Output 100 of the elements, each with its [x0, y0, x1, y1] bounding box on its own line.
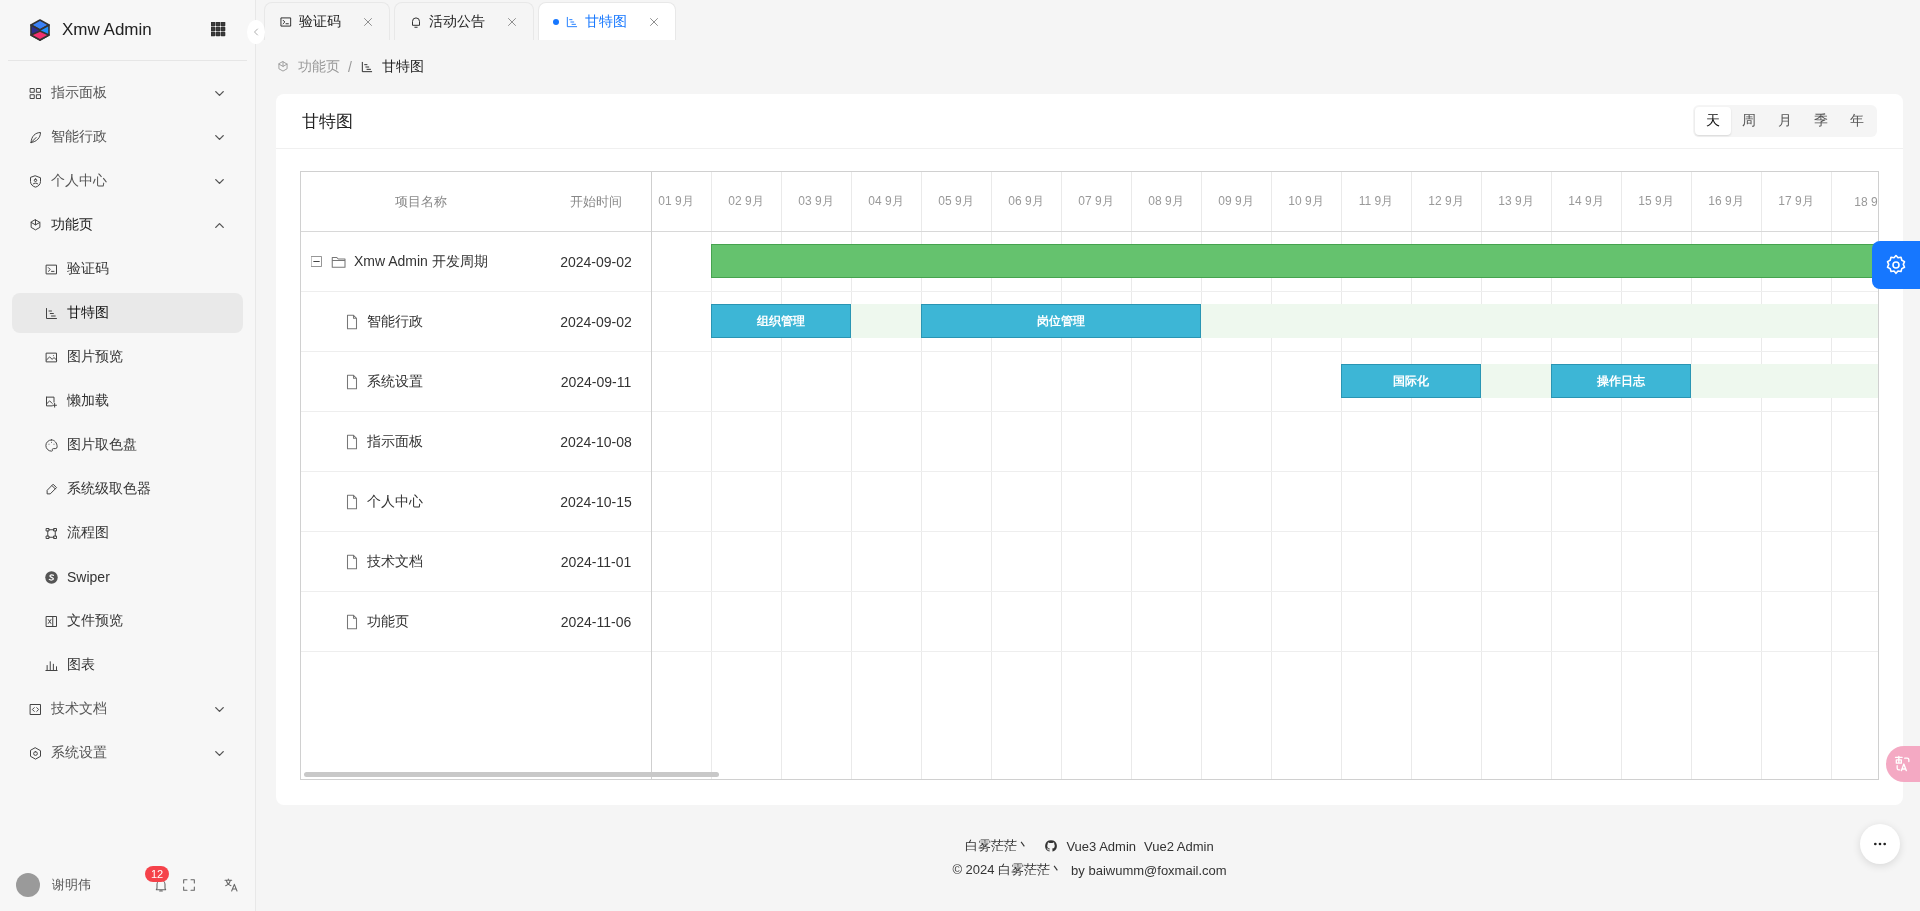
menu-item[interactable]: 功能页 — [12, 205, 243, 245]
card-title: 甘特图 — [302, 110, 353, 133]
day-column-header: 09 9月 — [1217, 193, 1255, 210]
collapse-toggle-icon[interactable] — [311, 256, 322, 267]
task-start-date: 2024-09-11 — [559, 373, 633, 390]
submenu-item[interactable]: 文件预览 — [12, 601, 243, 641]
time-scale-option[interactable]: 月 — [1767, 107, 1803, 135]
menu-item[interactable]: 指示面板 — [12, 73, 243, 113]
day-column-header: 08 9月 — [1147, 193, 1185, 210]
time-scale-option[interactable]: 周 — [1731, 107, 1767, 135]
gantt-icon — [565, 14, 579, 29]
day-column-header: 17 9月 — [1777, 193, 1815, 210]
menu-item-icon — [28, 173, 43, 189]
day-column-header: 01 9月 — [657, 193, 695, 210]
menu-item-icon — [28, 85, 43, 101]
task-name: 指示面板 — [367, 432, 423, 451]
submenu-item-icon — [44, 305, 59, 321]
github-icon[interactable] — [1044, 839, 1059, 853]
bell-icon — [409, 14, 423, 29]
day-column-header: 13 9月 — [1497, 193, 1535, 210]
task-start-date: 2024-11-01 — [559, 553, 633, 570]
task-name: 个人中心 — [367, 492, 423, 511]
submenu-item[interactable]: 图片取色盘 — [12, 425, 243, 465]
day-column-header: 18 9 — [1853, 193, 1878, 211]
menu-item[interactable]: 技术文档 — [12, 689, 243, 729]
task-name: 技术文档 — [367, 552, 423, 571]
submenu-item-icon — [44, 437, 59, 453]
submenu-item-icon — [44, 261, 59, 277]
translate-icon — [1893, 754, 1913, 774]
day-column-header: 06 9月 — [1007, 193, 1045, 210]
task-name: 功能页 — [367, 612, 409, 631]
day-column-header: 15 9月 — [1637, 193, 1675, 210]
task-start-date: 2024-11-06 — [559, 613, 633, 630]
submenu-item[interactable]: 图表 — [12, 645, 243, 685]
s-circle-icon — [44, 569, 59, 585]
contact-email: by baiwumm@foxmail.com — [1071, 862, 1227, 878]
active-dot-icon — [553, 18, 559, 25]
day-column-header: 03 9月 — [797, 193, 835, 210]
time-scale-option[interactable]: 天 — [1695, 107, 1731, 135]
page-tab[interactable]: 甘特图 — [538, 2, 676, 40]
translate-icon[interactable] — [223, 877, 239, 893]
task-start-date: 2024-09-02 — [559, 313, 633, 330]
task-name: 智能行政 — [367, 312, 423, 331]
task-start-date: 2024-10-15 — [559, 493, 633, 510]
submenu-item[interactable]: 流程图 — [12, 513, 243, 553]
footer-link[interactable]: Vue3 Admin — [1066, 838, 1136, 854]
task-name: Xmw Admin 开发周期 — [354, 252, 488, 271]
menu-item-icon — [28, 129, 43, 145]
day-column-header: 11 9月 — [1357, 193, 1395, 210]
day-column-header: 02 9月 — [727, 193, 765, 210]
user-avatar[interactable] — [16, 873, 40, 897]
column-header: 项目名称 — [394, 192, 448, 211]
notification-badge: 12 — [145, 866, 170, 882]
menu-item[interactable]: 智能行政 — [12, 117, 243, 157]
terminal-icon — [279, 14, 293, 29]
settings-icon — [1884, 253, 1908, 277]
task-start-date: 2024-10-08 — [559, 433, 633, 450]
menu-item-icon — [28, 701, 43, 717]
menu-item-icon — [28, 217, 43, 233]
gantt-icon — [359, 60, 374, 74]
settings-button[interactable] — [1872, 241, 1920, 289]
day-column-header: 05 9月 — [937, 193, 975, 210]
language-button[interactable] — [1886, 746, 1920, 782]
submenu-item-icon — [44, 349, 59, 365]
footer-author: 白雾茫茫丶 — [965, 837, 1031, 855]
submenu-item[interactable]: 图片预览 — [12, 337, 243, 377]
scrollbar-thumb[interactable] — [304, 772, 719, 777]
day-column-header: 10 9月 — [1287, 193, 1325, 210]
menu-item[interactable]: 个人中心 — [12, 161, 243, 201]
task-start-date: 2024-09-02 — [559, 253, 633, 270]
day-column-header: 04 9月 — [867, 193, 905, 210]
footer-link[interactable]: Vue2 Admin — [1144, 838, 1214, 854]
page-tab[interactable]: 验证码 — [264, 2, 390, 40]
submenu-item[interactable]: 系统级取色器 — [12, 469, 243, 509]
day-column-header: 14 9月 — [1567, 193, 1605, 210]
column-header: 开始时间 — [569, 192, 623, 211]
cube-logo-icon — [28, 18, 52, 42]
submenu-item[interactable]: 验证码 — [12, 249, 243, 289]
submenu-item-icon — [44, 525, 59, 541]
day-column-header: 16 9月 — [1707, 193, 1745, 210]
breadcrumb-separator: / — [348, 59, 352, 75]
copyright-text: © 2024 白雾茫茫丶 — [952, 861, 1064, 879]
menu-item-icon — [28, 745, 43, 761]
page-tab[interactable]: 活动公告 — [394, 2, 534, 40]
time-scale-option[interactable]: 年 — [1839, 107, 1875, 135]
day-column-header: 07 9月 — [1077, 193, 1115, 210]
app-name: Xmw Admin — [62, 20, 153, 40]
breadcrumb-link[interactable]: 甘特图 — [359, 58, 424, 76]
menu-item[interactable]: 系统设置 — [12, 733, 243, 773]
time-scale-option[interactable]: 季 — [1803, 107, 1839, 135]
submenu-item-icon — [44, 393, 59, 409]
task-name: 系统设置 — [367, 372, 423, 391]
submenu-item-icon — [44, 613, 59, 629]
submenu-item[interactable]: 甘特图 — [12, 293, 243, 333]
submenu-item[interactable]: 懒加载 — [12, 381, 243, 421]
fullscreen-icon[interactable] — [181, 877, 197, 893]
cube-icon — [276, 60, 290, 74]
apps-grid-icon[interactable] — [211, 22, 227, 38]
submenu-item[interactable]: Swiper — [12, 557, 243, 597]
day-column-header: 12 9月 — [1427, 193, 1465, 210]
